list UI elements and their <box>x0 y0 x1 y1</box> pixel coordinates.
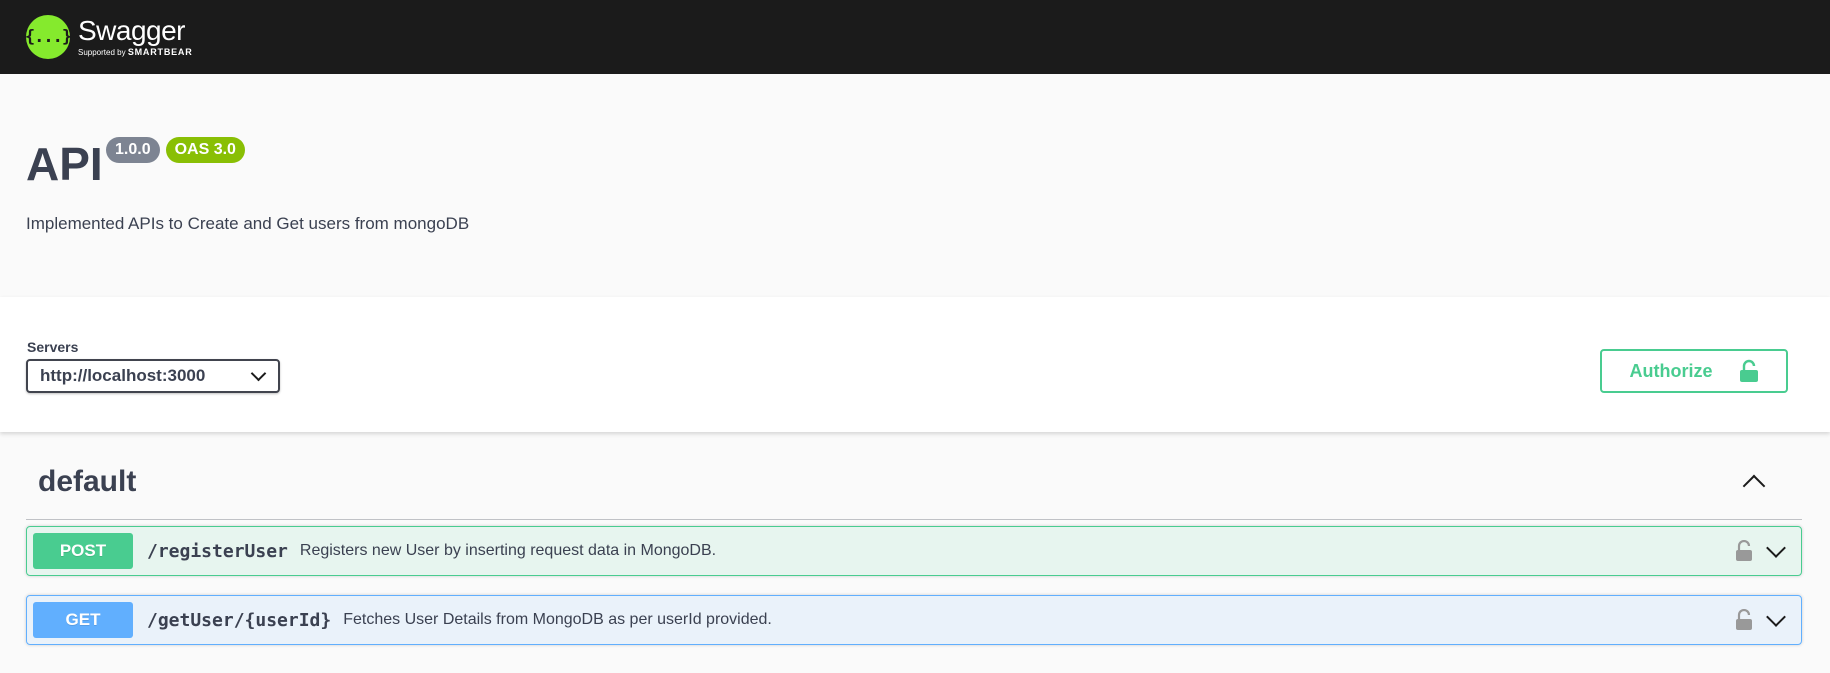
chevron-up-icon[interactable] <box>1742 474 1766 497</box>
logo-name: Swagger <box>78 15 186 46</box>
operation-summary: Fetches User Details from MongoDB as per… <box>343 611 772 628</box>
opblock-post-registerUser[interactable]: POST /registerUser Registers new User by… <box>26 526 1802 576</box>
chevron-down-icon[interactable] <box>1766 538 1786 558</box>
swagger-logo-icon: {...} <box>25 15 72 59</box>
operation-summary: Registers new User by inserting request … <box>299 542 717 559</box>
tag-title: default <box>38 464 137 498</box>
info-section: API 1.0.0 OAS 3.0 Implemented APIs to Cr… <box>0 74 1830 297</box>
page-title: API <box>26 138 103 190</box>
servers-label: Servers <box>27 339 79 355</box>
opblock-get-getUser[interactable]: GET /getUser/{userId} Fetches User Detai… <box>26 595 1802 645</box>
lock-icon[interactable] <box>1735 609 1753 631</box>
tag-header[interactable]: default <box>26 432 1802 520</box>
chevron-down-icon[interactable] <box>1766 607 1786 627</box>
authorize-button[interactable]: Authorize <box>1600 349 1788 393</box>
authorize-label: Authorize <box>1629 360 1713 381</box>
scheme-container: Servers http://localhost:3000 Authorize <box>0 297 1830 432</box>
operation-path: /getUser/{userId} <box>147 609 332 631</box>
swagger-logo[interactable]: {...} Swagger Supported by SMARTBEAR <box>25 15 193 59</box>
oas-badge: OAS 3.0 <box>165 137 245 163</box>
method-badge: GET <box>33 602 133 638</box>
chevron-down-icon <box>250 365 267 382</box>
operation-path: /registerUser <box>147 540 288 562</box>
topbar: {...} Swagger Supported by SMARTBEAR <box>0 0 1830 74</box>
unlock-icon <box>1739 359 1758 382</box>
logo-subtitle: Supported by SMARTBEAR <box>78 47 193 57</box>
method-badge: POST <box>33 533 133 569</box>
tag-section-default: default POST /registerUser Registers new… <box>26 432 1802 645</box>
servers-select[interactable]: http://localhost:3000 <box>26 359 280 393</box>
servers-selected-value: http://localhost:3000 <box>40 366 206 385</box>
version-badge: 1.0.0 <box>106 137 160 163</box>
lock-icon[interactable] <box>1735 540 1753 562</box>
api-description: Implemented APIs to Create and Get users… <box>26 214 470 233</box>
